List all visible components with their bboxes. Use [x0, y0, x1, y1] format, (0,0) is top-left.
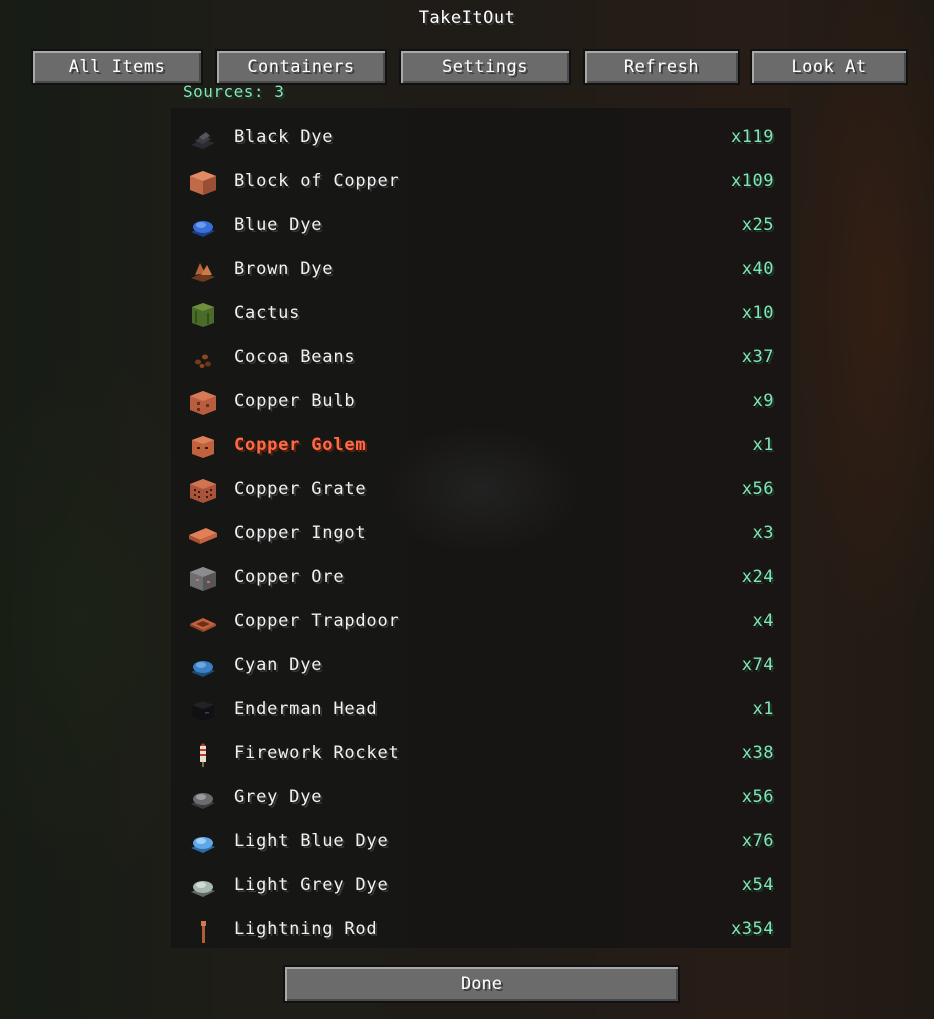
sources-count: Sources: 3: [183, 82, 285, 101]
item-count: x25: [741, 215, 774, 235]
list-item[interactable]: Copper Ore x24: [171, 556, 791, 600]
item-count: x4: [752, 611, 774, 631]
list-item[interactable]: Block of Copper x109: [171, 160, 791, 204]
item-count: x76: [741, 831, 774, 851]
blue-dye-icon: [191, 221, 215, 237]
item-count: x37: [741, 347, 774, 367]
list-item[interactable]: Copper Bulb x9: [171, 380, 791, 424]
item-name: Copper Trapdoor: [234, 611, 400, 631]
item-count: x24: [741, 567, 774, 587]
list-item[interactable]: Blue Dye x25: [171, 204, 791, 248]
copper-grate-icon: [190, 479, 216, 503]
copper-bulb-icon: [190, 391, 216, 415]
cactus-icon: [192, 303, 214, 327]
firework-rocket-icon: [200, 743, 206, 767]
item-name: Light Grey Dye: [234, 875, 389, 895]
item-name: Brown Dye: [234, 259, 334, 279]
cocoa-beans-icon: [195, 354, 211, 368]
item-count: x56: [741, 479, 774, 499]
item-count: x56: [741, 787, 774, 807]
done-button[interactable]: Done: [283, 965, 680, 1003]
list-item[interactable]: Copper Golem x1: [171, 424, 791, 468]
item-name: Light Blue Dye: [234, 831, 389, 851]
item-count: x38: [741, 743, 774, 763]
copper-trapdoor-icon: [190, 618, 216, 632]
item-count: x54: [741, 875, 774, 895]
light-blue-dye-icon: [191, 837, 215, 853]
light-grey-dye-icon: [191, 881, 215, 897]
item-count: x119: [731, 127, 774, 147]
item-count: x354: [731, 919, 774, 939]
tab-all-items[interactable]: All Items: [31, 49, 203, 85]
grey-dye-icon: [191, 793, 215, 809]
item-name: Black Dye: [234, 127, 334, 147]
list-item[interactable]: Cocoa Beans x37: [171, 336, 791, 380]
item-name: Lightning Rod: [234, 919, 378, 939]
item-count: x1: [752, 435, 774, 455]
screen-title: TakeItOut: [418, 8, 516, 28]
item-name: Blue Dye: [234, 215, 323, 235]
item-name: Grey Dye: [234, 787, 323, 807]
cyan-dye-icon: [191, 661, 215, 677]
copper-ore-icon: [190, 567, 216, 591]
list-item[interactable]: Grey Dye x56: [171, 776, 791, 820]
item-name: Copper Ore: [234, 567, 345, 587]
look-at-button[interactable]: Look At: [750, 49, 908, 85]
item-name: Firework Rocket: [234, 743, 400, 763]
list-item[interactable]: Copper Grate x56: [171, 468, 791, 512]
brown-dye-icon: [191, 263, 215, 282]
item-name: Cyan Dye: [234, 655, 323, 675]
tab-containers[interactable]: Containers: [215, 49, 387, 85]
item-count: x1: [752, 699, 774, 719]
item-name: Cactus: [234, 303, 301, 323]
item-name: Block of Copper: [234, 171, 400, 191]
item-name: Cocoa Beans: [234, 347, 356, 367]
copper-ingot-icon: [189, 528, 217, 544]
item-name: Enderman Head: [234, 699, 378, 719]
item-name: Copper Golem: [234, 435, 367, 455]
lightning-rod-icon: [201, 921, 206, 943]
list-item[interactable]: Firework Rocket x38: [171, 732, 791, 776]
black-dye-icon: [191, 132, 215, 149]
item-name: Copper Ingot: [234, 523, 367, 543]
item-count: x109: [731, 171, 774, 191]
list-item[interactable]: Cyan Dye x74: [171, 644, 791, 688]
list-item[interactable]: Brown Dye x40: [171, 248, 791, 292]
item-name: Copper Bulb: [234, 391, 356, 411]
copper-golem-icon: [192, 436, 214, 458]
item-count: x9: [752, 391, 774, 411]
item-list[interactable]: Black Dye x119 Block of Copper x109 Blue…: [171, 108, 791, 948]
copper-block-icon: [190, 171, 216, 195]
item-count: x40: [741, 259, 774, 279]
list-item[interactable]: Enderman Head x1: [171, 688, 791, 732]
list-item[interactable]: Light Grey Dye x54: [171, 864, 791, 908]
item-count: x10: [741, 303, 774, 323]
refresh-button[interactable]: Refresh: [583, 49, 740, 85]
item-name: Copper Grate: [234, 479, 367, 499]
list-item[interactable]: Copper Trapdoor x4: [171, 600, 791, 644]
item-count: x74: [741, 655, 774, 675]
enderman-head-icon: [192, 701, 214, 721]
list-item[interactable]: Cactus x10: [171, 292, 791, 336]
list-item[interactable]: Copper Ingot x3: [171, 512, 791, 556]
item-count: x3: [752, 523, 774, 543]
list-item[interactable]: Black Dye x119: [171, 116, 791, 160]
list-item[interactable]: Lightning Rod x354: [171, 908, 791, 952]
tab-settings[interactable]: Settings: [399, 49, 571, 85]
list-item[interactable]: Light Blue Dye x76: [171, 820, 791, 864]
